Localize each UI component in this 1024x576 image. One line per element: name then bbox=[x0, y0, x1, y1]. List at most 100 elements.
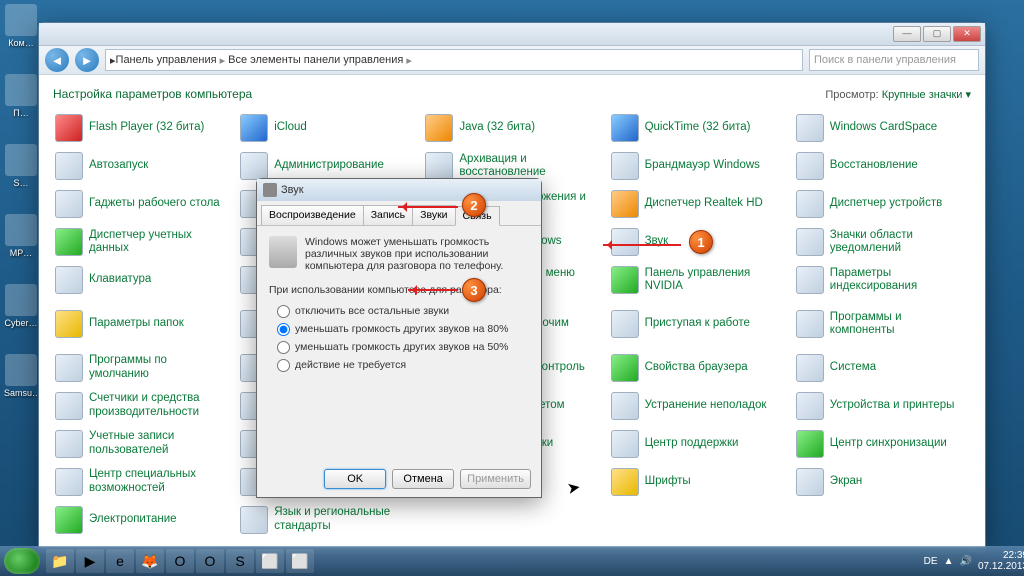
radio-option[interactable]: действие не требуется bbox=[277, 356, 529, 374]
radio-input[interactable] bbox=[277, 359, 290, 372]
control-panel-item[interactable]: Счетчики и средства производительности bbox=[53, 389, 230, 423]
close-button[interactable]: ✕ bbox=[953, 26, 981, 42]
desktop-icon[interactable]: MP… bbox=[4, 214, 38, 258]
radio-input[interactable] bbox=[277, 341, 290, 354]
cp-item-label: Звук bbox=[645, 235, 669, 248]
control-panel-item[interactable]: Гаджеты рабочего стола bbox=[53, 187, 230, 221]
radio-option[interactable]: уменьшать громкость других звуков на 50% bbox=[277, 338, 529, 356]
desktop-icons: Ком… П… S… MP… Cyber… Samsu… bbox=[4, 4, 38, 398]
arrow-1 bbox=[603, 244, 681, 246]
control-panel-item[interactable]: iCloud bbox=[238, 111, 415, 145]
cp-item-label: Система bbox=[830, 361, 876, 374]
control-panel-item[interactable]: Параметры папок bbox=[53, 301, 230, 347]
cp-item-icon bbox=[796, 392, 824, 420]
taskbar-icon[interactable]: S bbox=[226, 549, 254, 573]
cancel-button[interactable]: Отмена bbox=[392, 469, 454, 489]
taskbar-icon[interactable]: ▶ bbox=[76, 549, 104, 573]
desktop-icon[interactable]: Ком… bbox=[4, 4, 38, 48]
address-bar[interactable]: ▸ Панель управления▸ Все элементы панели… bbox=[105, 49, 803, 71]
control-panel-item[interactable]: QuickTime (32 бита) bbox=[609, 111, 786, 145]
cp-item-icon bbox=[796, 310, 824, 338]
cp-item-icon bbox=[796, 468, 824, 496]
control-panel-item[interactable]: Центр синхронизации bbox=[794, 427, 971, 461]
maximize-button[interactable]: ▢ bbox=[923, 26, 951, 42]
taskbar-icon[interactable]: O bbox=[196, 549, 224, 573]
control-panel-item[interactable]: Экран bbox=[794, 465, 971, 499]
control-panel-item[interactable]: Автозапуск bbox=[53, 149, 230, 183]
taskbar-icon[interactable]: ⬜ bbox=[256, 549, 284, 573]
radio-input[interactable] bbox=[277, 305, 290, 318]
control-panel-item[interactable]: Язык и региональные стандарты bbox=[238, 503, 415, 537]
cp-item-label: Автозапуск bbox=[89, 159, 148, 172]
control-panel-item[interactable]: Java (32 бита) bbox=[423, 111, 600, 145]
callout-3: 3 bbox=[462, 278, 486, 302]
control-panel-item[interactable]: Клавиатура bbox=[53, 263, 230, 297]
control-panel-item[interactable]: Программы по умолчанию bbox=[53, 351, 230, 385]
taskbar-icon[interactable]: O bbox=[166, 549, 194, 573]
control-panel-item[interactable]: Диспетчер Realtek HD bbox=[609, 187, 786, 221]
radio-label: действие не требуется bbox=[295, 359, 406, 371]
cp-item-label: Шрифты bbox=[645, 475, 691, 488]
control-panel-item[interactable]: Приступая к работе bbox=[609, 301, 786, 347]
control-panel-item[interactable]: Брандмауэр Windows bbox=[609, 149, 786, 183]
control-panel-item[interactable]: Центр поддержки bbox=[609, 427, 786, 461]
tab-Звуки[interactable]: Звуки bbox=[412, 205, 455, 225]
cp-item-label: Архивация и восстановление bbox=[459, 153, 598, 179]
tray-icon[interactable]: ▲ bbox=[944, 556, 954, 567]
search-input[interactable]: Поиск в панели управления bbox=[809, 49, 979, 71]
desktop-icon[interactable]: П… bbox=[4, 74, 38, 118]
view-selector[interactable]: Просмотр: Крупные значки ▾ bbox=[825, 88, 971, 101]
control-panel-item[interactable]: Параметры индексирования bbox=[794, 263, 971, 297]
control-panel-item[interactable]: Устройства и принтеры bbox=[794, 389, 971, 423]
cp-item-label: Восстановление bbox=[830, 159, 918, 172]
tray-icon[interactable]: 🔊 bbox=[959, 556, 971, 567]
tray-lang[interactable]: DE bbox=[924, 556, 938, 567]
control-panel-item[interactable]: Диспетчер устройств bbox=[794, 187, 971, 221]
control-panel-item[interactable]: Программы и компоненты bbox=[794, 301, 971, 347]
control-panel-item[interactable]: Значки области уведомлений bbox=[794, 225, 971, 259]
desktop-icon[interactable]: Cyber… bbox=[4, 284, 38, 328]
cp-item-label: Диспетчер устройств bbox=[830, 197, 942, 210]
taskbar-icon[interactable]: e bbox=[106, 549, 134, 573]
start-button[interactable] bbox=[4, 548, 40, 574]
control-panel-item[interactable]: Восстановление bbox=[794, 149, 971, 183]
radio-option[interactable]: уменьшать громкость других звуков на 80% bbox=[277, 320, 529, 338]
taskbar-icon[interactable]: 🦊 bbox=[136, 549, 164, 573]
radio-option[interactable]: отключить все остальные звуки bbox=[277, 302, 529, 320]
arrow-3 bbox=[408, 289, 458, 291]
cp-item-label: Flash Player (32 бита) bbox=[89, 121, 204, 134]
control-panel-item[interactable]: Центр специальных возможностей bbox=[53, 465, 230, 499]
tab-Воспроизведение[interactable]: Воспроизведение bbox=[261, 205, 364, 225]
desktop-icon[interactable]: S… bbox=[4, 144, 38, 188]
dialog-info-text: Windows может уменьшать громкость различ… bbox=[305, 236, 529, 272]
cp-item-icon bbox=[611, 392, 639, 420]
control-panel-item[interactable]: Диспетчер учетных данных bbox=[53, 225, 230, 259]
control-panel-item[interactable]: Электропитание bbox=[53, 503, 230, 537]
ok-button[interactable]: OK bbox=[324, 469, 386, 489]
taskbar-icon[interactable]: ⬜ bbox=[286, 549, 314, 573]
apply-button[interactable]: Применить bbox=[460, 469, 531, 489]
cp-item-label: Программы по умолчанию bbox=[89, 354, 228, 380]
cp-item-label: Брандмауэр Windows bbox=[645, 159, 760, 172]
tray-clock[interactable]: 22:39 07.12.2013 bbox=[978, 550, 1024, 572]
minimize-button[interactable]: — bbox=[893, 26, 921, 42]
control-panel-item[interactable]: Свойства браузера bbox=[609, 351, 786, 385]
control-panel-item[interactable]: Устранение неполадок bbox=[609, 389, 786, 423]
cp-item-label: Параметры папок bbox=[89, 317, 184, 330]
cp-item-icon bbox=[55, 152, 83, 180]
control-panel-item[interactable]: Панель управления NVIDIA bbox=[609, 263, 786, 297]
taskbar: 📁 ▶ e 🦊 O O S ⬜ ⬜ DE ▲ 🔊 22:39 07.12.201… bbox=[0, 546, 1024, 576]
desktop-icon[interactable]: Samsu… bbox=[4, 354, 38, 398]
control-panel-item[interactable]: Система bbox=[794, 351, 971, 385]
forward-button[interactable]: ► bbox=[75, 48, 99, 72]
nav-row: ◄ ► ▸ Панель управления▸ Все элементы па… bbox=[39, 46, 985, 75]
back-button[interactable]: ◄ bbox=[45, 48, 69, 72]
control-panel-item[interactable]: Учетные записи пользователей bbox=[53, 427, 230, 461]
speaker-icon bbox=[263, 183, 277, 197]
control-panel-item[interactable]: Шрифты bbox=[609, 465, 786, 499]
radio-input[interactable] bbox=[277, 323, 290, 336]
control-panel-item[interactable]: Windows CardSpace bbox=[794, 111, 971, 145]
taskbar-icon[interactable]: 📁 bbox=[46, 549, 74, 573]
cp-item-label: Панель управления NVIDIA bbox=[645, 267, 784, 293]
control-panel-item[interactable]: Flash Player (32 бита) bbox=[53, 111, 230, 145]
